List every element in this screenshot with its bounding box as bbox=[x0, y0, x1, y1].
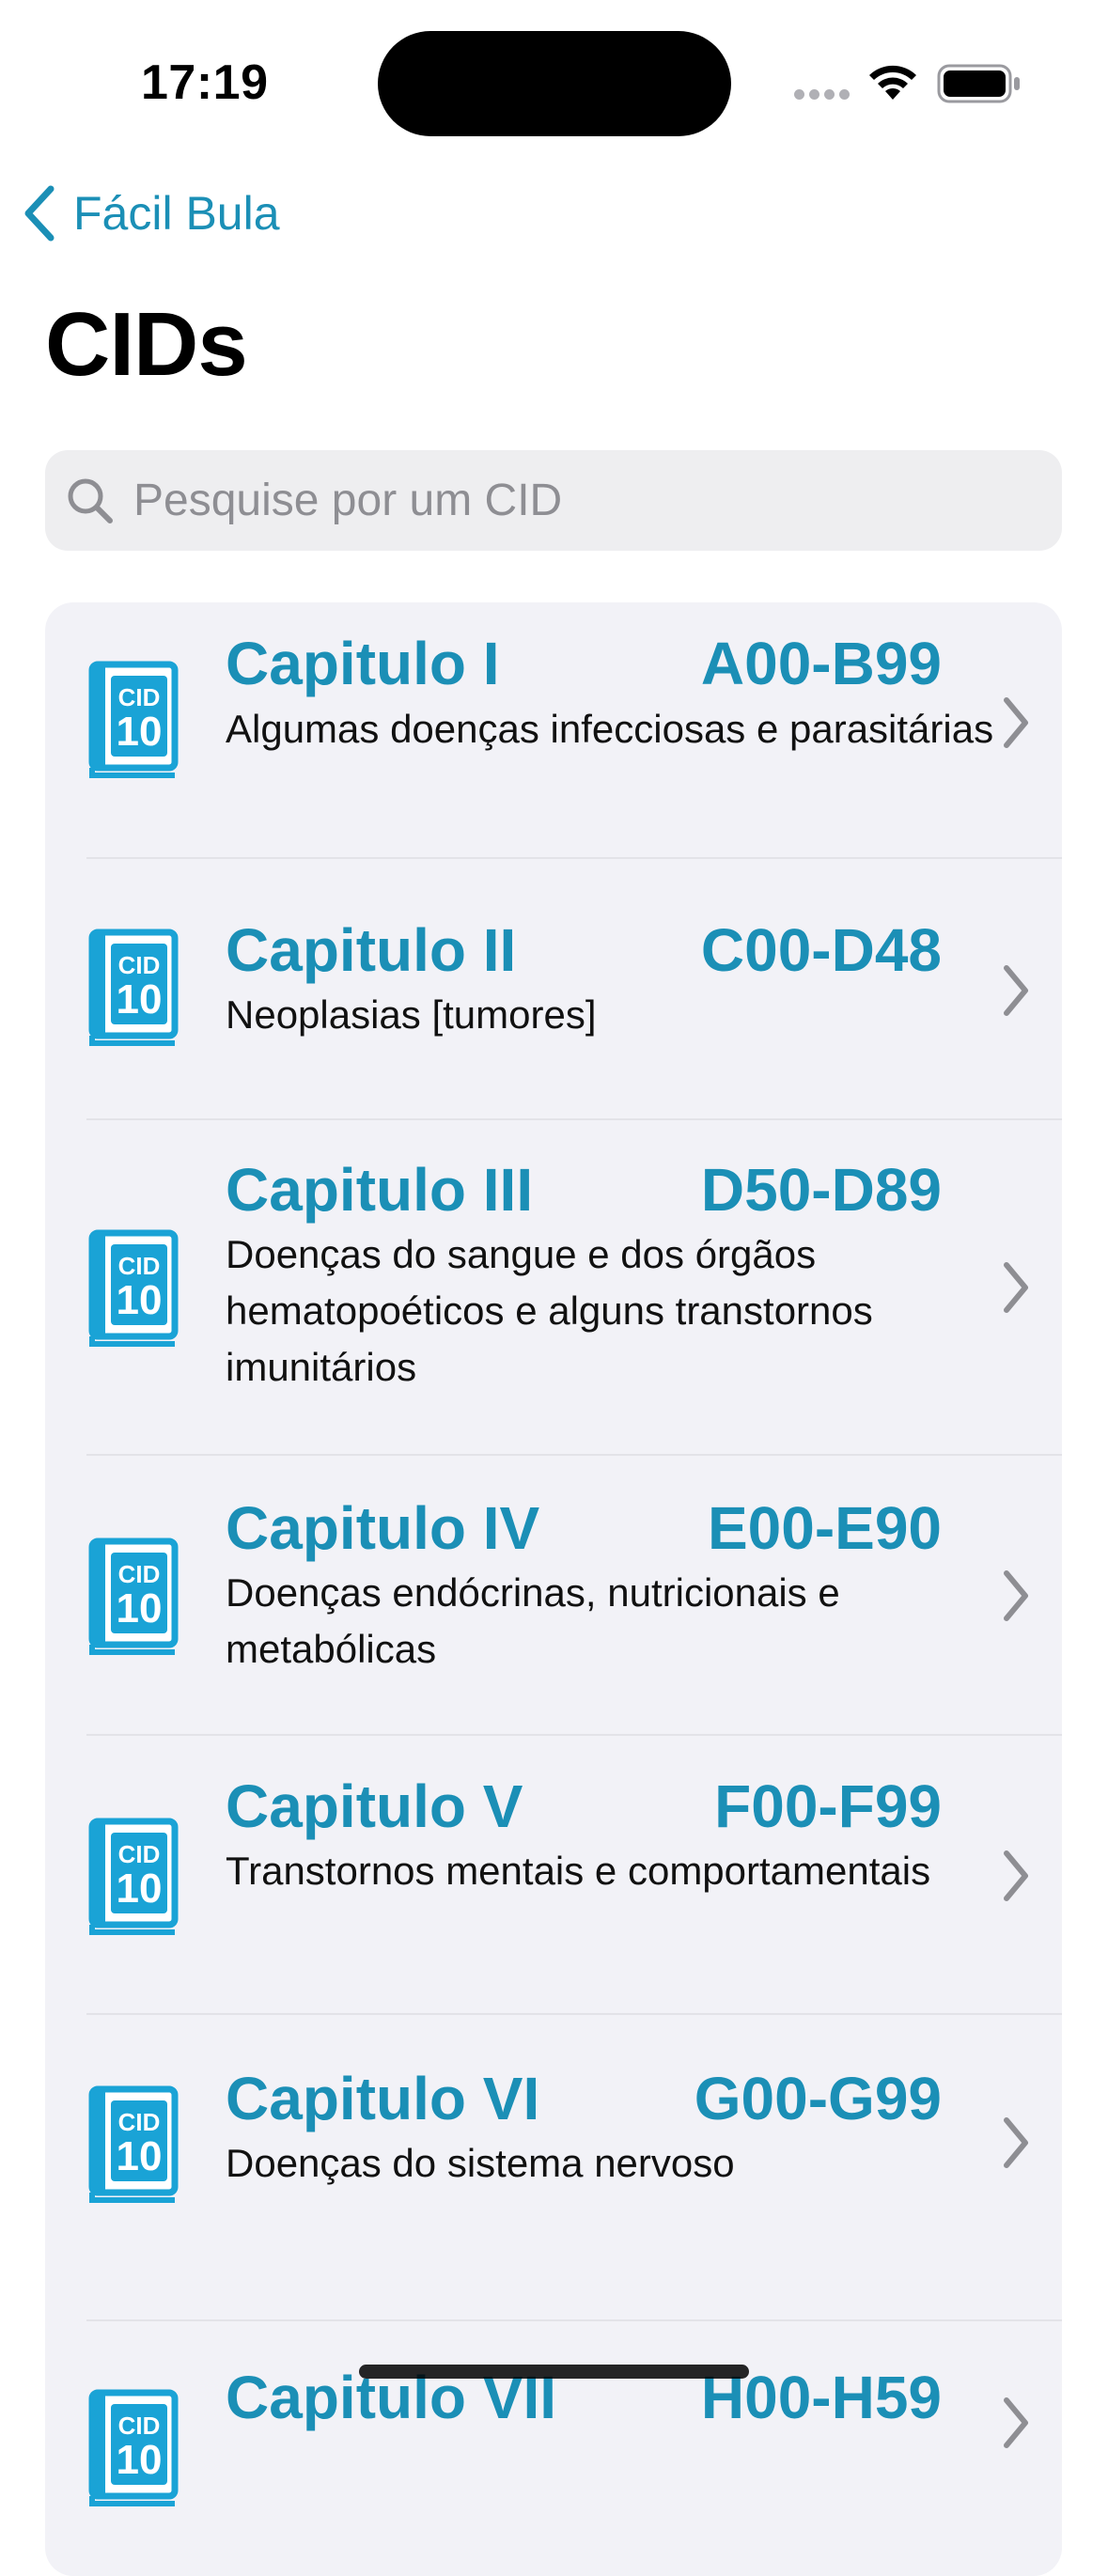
chapter-range: A00-B99 bbox=[700, 630, 942, 697]
svg-text:10: 10 bbox=[117, 2437, 163, 2483]
svg-text:CID: CID bbox=[118, 2412, 161, 2440]
chapter-range: C00-D48 bbox=[700, 916, 942, 984]
dynamic-island bbox=[378, 31, 731, 136]
svg-text:10: 10 bbox=[117, 2133, 163, 2179]
chevron-right-icon bbox=[1004, 2397, 1028, 2448]
cid10-book-icon: CID 10 bbox=[88, 2389, 179, 2506]
back-label: Fácil Bula bbox=[73, 187, 280, 240]
svg-text:CID: CID bbox=[118, 683, 161, 711]
svg-text:10: 10 bbox=[117, 1585, 163, 1631]
chapter-row[interactable]: CID 10 Capitulo V F00-F99 Transtornos me… bbox=[45, 1736, 1062, 2015]
chapter-description: Doenças do sistema nervoso bbox=[226, 2141, 735, 2185]
chapter-range: D50-D89 bbox=[700, 1156, 942, 1224]
chapter-title: Capitulo VI bbox=[226, 2065, 540, 2132]
chapter-title: Capitulo I bbox=[226, 630, 500, 697]
svg-text:10: 10 bbox=[117, 1866, 163, 1912]
svg-text:CID: CID bbox=[118, 951, 161, 979]
chevron-right-icon bbox=[1004, 2117, 1028, 2168]
chapter-title: Capitulo III bbox=[226, 1156, 534, 1224]
chapter-range: F00-F99 bbox=[714, 1772, 942, 1840]
chevron-right-icon bbox=[1004, 965, 1028, 1016]
search-icon bbox=[68, 478, 113, 523]
chapter-range: G00-G99 bbox=[694, 2065, 942, 2132]
chapter-row[interactable]: CID 10 Capitulo III D50-D89 Doenças do s… bbox=[45, 1120, 1062, 1456]
page-title: CIDs bbox=[45, 294, 248, 395]
svg-text:CID: CID bbox=[118, 1840, 161, 1868]
chapter-title: Capitulo IV bbox=[226, 1494, 540, 1562]
cid10-book-icon: CID 10 bbox=[88, 1538, 179, 1655]
cid10-book-icon: CID 10 bbox=[88, 661, 179, 778]
chapter-row[interactable]: CID 10 Capitulo I A00-B99 Algumas doença… bbox=[45, 602, 1062, 859]
chapter-description: Doenças do sangue e dos órgãos hematopoé… bbox=[226, 1232, 873, 1389]
battery-icon bbox=[937, 64, 1020, 103]
svg-text:CID: CID bbox=[118, 2108, 161, 2136]
chapter-row[interactable]: CID 10 Capitulo II C00-D48 Neoplasias [t… bbox=[45, 859, 1062, 1120]
chapter-row[interactable]: CID 10 Capitulo VI G00-G99 Doenças do si… bbox=[45, 2015, 1062, 2321]
cid10-book-icon: CID 10 bbox=[88, 929, 179, 1046]
search-placeholder: Pesquise por um CID bbox=[133, 476, 563, 525]
chevron-right-icon bbox=[1004, 1262, 1028, 1313]
cid10-book-icon: CID 10 bbox=[88, 1229, 179, 1347]
status-time: 17:19 bbox=[141, 55, 269, 110]
chapter-title: Capitulo II bbox=[226, 916, 517, 984]
chapter-description: Neoplasias [tumores] bbox=[226, 992, 597, 1037]
svg-text:10: 10 bbox=[117, 976, 163, 1023]
back-button[interactable]: Fácil Bula bbox=[23, 180, 280, 246]
svg-text:CID: CID bbox=[118, 1252, 161, 1280]
svg-text:10: 10 bbox=[117, 1277, 163, 1323]
chevron-right-icon bbox=[1004, 1570, 1028, 1621]
chapter-title: Capitulo V bbox=[226, 1772, 523, 1840]
chapter-description: Transtornos mentais e comportamentais bbox=[226, 1849, 931, 1893]
svg-text:10: 10 bbox=[117, 709, 163, 755]
chevron-left-icon bbox=[24, 185, 55, 242]
signal-icon bbox=[794, 87, 854, 104]
chapter-description: Doenças endócrinas, nutricionais e metab… bbox=[226, 1570, 840, 1671]
chevron-right-icon bbox=[1004, 697, 1028, 748]
search-field[interactable]: Pesquise por um CID bbox=[45, 450, 1062, 551]
chapter-row[interactable]: CID 10 Capitulo VII H00-H59 bbox=[45, 2321, 1062, 2576]
chapter-range: E00-E90 bbox=[707, 1494, 942, 1562]
wifi-icon bbox=[869, 65, 916, 100]
chapter-row[interactable]: CID 10 Capitulo IV E00-E90 Doenças endóc… bbox=[45, 1456, 1062, 1736]
chapter-list: CID 10 Capitulo I A00-B99 Algumas doença… bbox=[45, 602, 1062, 2576]
home-indicator[interactable] bbox=[359, 2365, 749, 2379]
chevron-right-icon bbox=[1004, 1850, 1028, 1901]
svg-text:CID: CID bbox=[118, 1560, 161, 1588]
cid10-book-icon: CID 10 bbox=[88, 2085, 179, 2203]
chapter-description: Algumas doenças infecciosas e parasitári… bbox=[226, 707, 994, 751]
cid10-book-icon: CID 10 bbox=[88, 1818, 179, 1935]
